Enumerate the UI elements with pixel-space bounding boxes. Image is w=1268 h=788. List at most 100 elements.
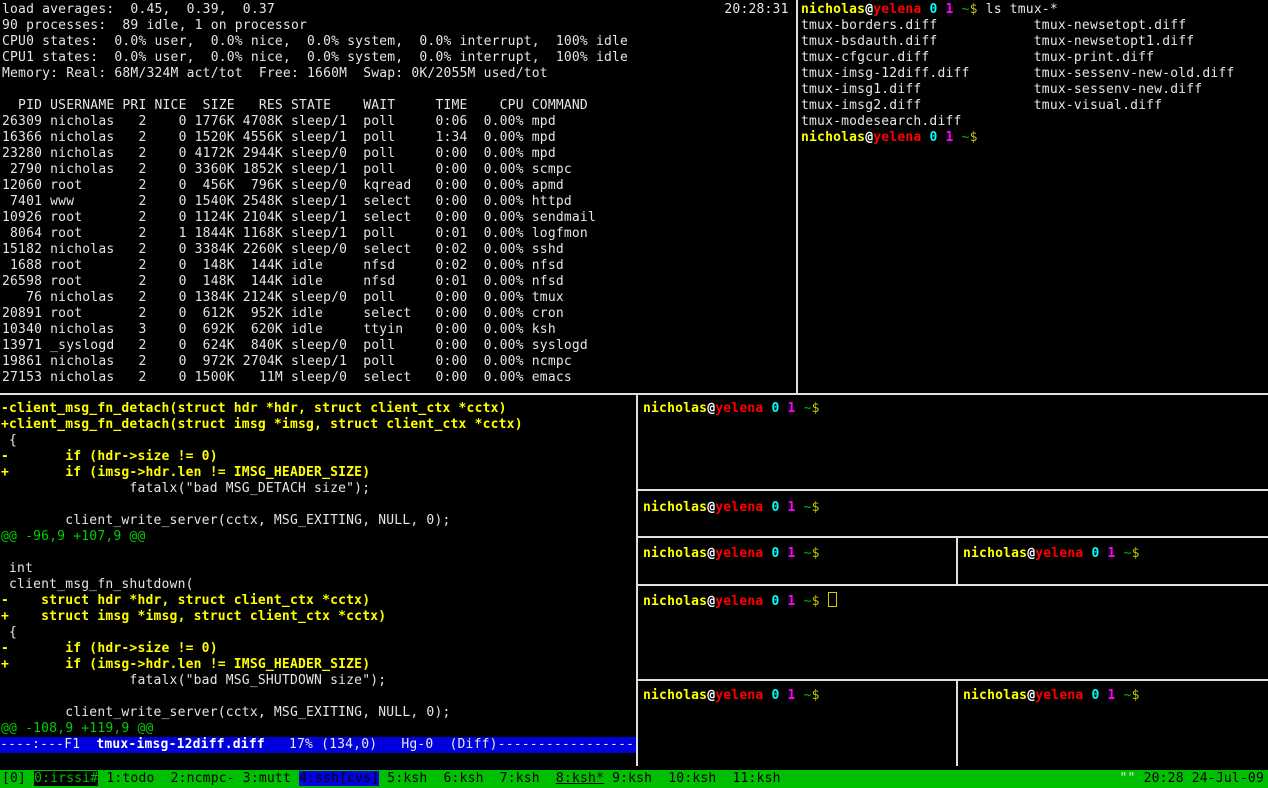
pane-shell-e1[interactable]: nicholas@yelena 0 1 ~$	[638, 681, 961, 773]
prompt-segment	[937, 130, 945, 145]
shell-prompt: nicholas@yelena 0 1 ~$	[643, 500, 828, 515]
prompt-segment: nicholas	[643, 594, 707, 609]
pane-emacs-diff[interactable]: -client_msg_fn_detach(struct hdr *hdr, s…	[0, 395, 637, 775]
top-output-line: 26309 nicholas 2 0 1776K 4708K sleep/1 p…	[2, 114, 798, 130]
top-output-line: load averages: 0.45, 0.39, 0.37 20:28:31	[2, 2, 798, 18]
prompt-segment	[820, 594, 828, 609]
prompt-segment: ~	[1124, 546, 1132, 561]
pane-shell-a[interactable]: nicholas@yelena 0 1 ~$	[638, 395, 1268, 495]
emacs-buffer-line	[1, 545, 637, 561]
shell-prompt: nicholas@yelena 0 1 ~$	[643, 546, 828, 561]
emacs-buffer-line: @@ -96,9 +107,9 @@	[1, 529, 637, 545]
shell-prompt-line: nicholas@yelena 0 1 ~$	[963, 688, 1268, 704]
prompt-segment: yelena	[1035, 688, 1083, 703]
prompt-segment: 1	[946, 130, 954, 145]
shell-prompt: nicholas@yelena 0 1 ~$	[801, 130, 986, 145]
prompt-segment: ~	[962, 130, 970, 145]
pane-shell-e2[interactable]: nicholas@yelena 0 1 ~$	[958, 681, 1268, 773]
status-window-item[interactable]: 1:todo 2:ncmpc- 3:mutt	[98, 771, 299, 786]
prompt-segment: nicholas	[643, 500, 707, 515]
shell-prompt-line: nicholas@yelena 0 1 ~$	[963, 546, 1268, 562]
shell-prompt-line: nicholas@yelena 0 1 ~$	[643, 592, 1268, 608]
pane-top-process-monitor[interactable]: load averages: 0.45, 0.39, 0.37 20:28:31…	[0, 0, 798, 395]
emacs-buffer-line: {	[1, 625, 637, 641]
shell-prompt-line: nicholas@yelena 0 1 ~$	[643, 546, 961, 562]
top-output-line: 26598 root 2 0 148K 144K idle nfsd 0:01 …	[2, 274, 798, 290]
shell-prompt: nicholas@yelena 0 1 ~$	[963, 546, 1148, 561]
prompt-segment	[820, 500, 828, 515]
prompt-segment	[1116, 546, 1124, 561]
shell-prompt: nicholas@yelena 0 1 ~$	[643, 594, 828, 609]
prompt-segment	[796, 594, 804, 609]
prompt-segment	[779, 594, 787, 609]
prompt-segment: $	[1132, 688, 1140, 703]
emacs-buffer-line	[1, 689, 637, 705]
prompt-segment	[796, 500, 804, 515]
prompt-segment	[820, 688, 828, 703]
status-window-item[interactable]: 0:irssi#	[34, 771, 98, 786]
status-window-item[interactable]: 8:ksh*	[556, 771, 604, 786]
prompt-segment: $	[970, 2, 978, 17]
emacs-buffer-line: client_write_server(cctx, MSG_EXITING, N…	[1, 513, 637, 529]
shell-prompt-line: nicholas@yelena 0 1 ~$	[801, 130, 1268, 146]
pane-shell-d-active[interactable]: nicholas@yelena 0 1 ~$	[638, 586, 1268, 685]
prompt-segment: $	[812, 500, 820, 515]
status-right-item: 20:28 24-Jul-09	[1136, 771, 1264, 786]
prompt-segment: yelena	[873, 130, 921, 145]
prompt-segment	[779, 688, 787, 703]
tmux-status-bar: [0] 0:irssi# 1:todo 2:ncmpc- 3:mutt 4:ss…	[0, 770, 1268, 788]
emacs-buffer-line: +client_msg_fn_detach(struct imsg *imsg,…	[1, 417, 637, 433]
terminal-cursor	[828, 592, 837, 607]
prompt-segment: ~	[804, 594, 812, 609]
prompt-segment: $	[812, 688, 820, 703]
top-output-line: 8064 root 2 1 1844K 1168K sleep/1 poll 0…	[2, 226, 798, 242]
prompt-segment: nicholas	[643, 688, 707, 703]
prompt-segment: nicholas	[963, 688, 1027, 703]
top-output-line: 15182 nicholas 2 0 3384K 2260K sleep/0 s…	[2, 242, 798, 258]
emacs-buffer-line: -client_msg_fn_detach(struct hdr *hdr, s…	[1, 401, 637, 417]
status-window-item[interactable]: 4:ssh[cvs]	[299, 771, 379, 786]
prompt-segment: 1	[1108, 688, 1116, 703]
prompt-segment: yelena	[715, 546, 763, 561]
prompt-segment: ~	[804, 500, 812, 515]
prompt-segment	[1116, 688, 1124, 703]
pane-shell-ls[interactable]: nicholas@yelena 0 1 ~$ ls tmux-* tmux-bo…	[799, 0, 1268, 395]
prompt-segment: yelena	[873, 2, 921, 17]
shell-prompt: nicholas@yelena 0 1 ~$	[963, 688, 1148, 703]
top-output-line: 76 nicholas 2 0 1384K 2124K sleep/0 poll…	[2, 290, 798, 306]
shell-prompt-line: nicholas@yelena 0 1 ~$	[643, 500, 1268, 516]
shell-prompt-line: nicholas@yelena 0 1 ~$	[643, 688, 961, 704]
top-output-line: 10926 root 2 0 1124K 2104K sleep/1 selec…	[2, 210, 798, 226]
emacs-buffer-line: @@ -108,9 +119,9 @@	[1, 721, 637, 737]
emacs-buffer-line: int	[1, 561, 637, 577]
pane-border-vertical-top[interactable]	[796, 0, 798, 393]
emacs-buffer-line: {	[1, 433, 637, 449]
modeline-segment: tmux-imsg-12diff.diff	[96, 737, 265, 752]
ls-output-line: tmux-cfgcur.diff tmux-print.diff	[801, 50, 1268, 66]
prompt-segment: $	[812, 594, 820, 609]
top-output-line: PID USERNAME PRI NICE SIZE RES STATE WAI…	[2, 98, 798, 114]
status-window-item[interactable]: [0]	[2, 771, 34, 786]
top-output-line: 1688 root 2 0 148K 144K idle nfsd 0:02 0…	[2, 258, 798, 274]
ls-output-line: tmux-imsg-12diff.diff tmux-sessenv-new-o…	[801, 66, 1268, 82]
emacs-buffer-line	[1, 497, 637, 513]
top-output-line: 23280 nicholas 2 0 4172K 2944K sleep/0 p…	[2, 146, 798, 162]
status-window-item[interactable]: 9:ksh 10:ksh 11:ksh	[604, 771, 781, 786]
top-output-line: 16366 nicholas 2 0 1520K 4556K sleep/1 p…	[2, 130, 798, 146]
status-right: "" 20:28 24-Jul-09	[1120, 770, 1265, 788]
prompt-segment: 1	[788, 594, 796, 609]
status-window-item[interactable]: 5:ksh 6:ksh 7:ksh	[379, 771, 556, 786]
prompt-segment: 1	[788, 546, 796, 561]
shell-command-line: nicholas@yelena 0 1 ~$ ls tmux-*	[801, 2, 1268, 18]
prompt-segment: ~	[804, 401, 812, 416]
status-left: [0] 0:irssi# 1:todo 2:ncmpc- 3:mutt 4:ss…	[2, 770, 781, 788]
emacs-buffer-line: fatalx("bad MSG_SHUTDOWN size");	[1, 673, 637, 689]
top-output-line: 20891 root 2 0 612K 952K idle select 0:0…	[2, 306, 798, 322]
top-output-line: 12060 root 2 0 456K 796K sleep/0 kqread …	[2, 178, 798, 194]
emacs-modeline: ----:---F1 tmux-imsg-12diff.diff 17% (13…	[0, 737, 636, 753]
prompt-segment	[796, 688, 804, 703]
prompt-segment	[954, 2, 962, 17]
prompt-segment: nicholas	[801, 130, 865, 145]
prompt-segment: $	[812, 546, 820, 561]
prompt-segment	[820, 546, 828, 561]
